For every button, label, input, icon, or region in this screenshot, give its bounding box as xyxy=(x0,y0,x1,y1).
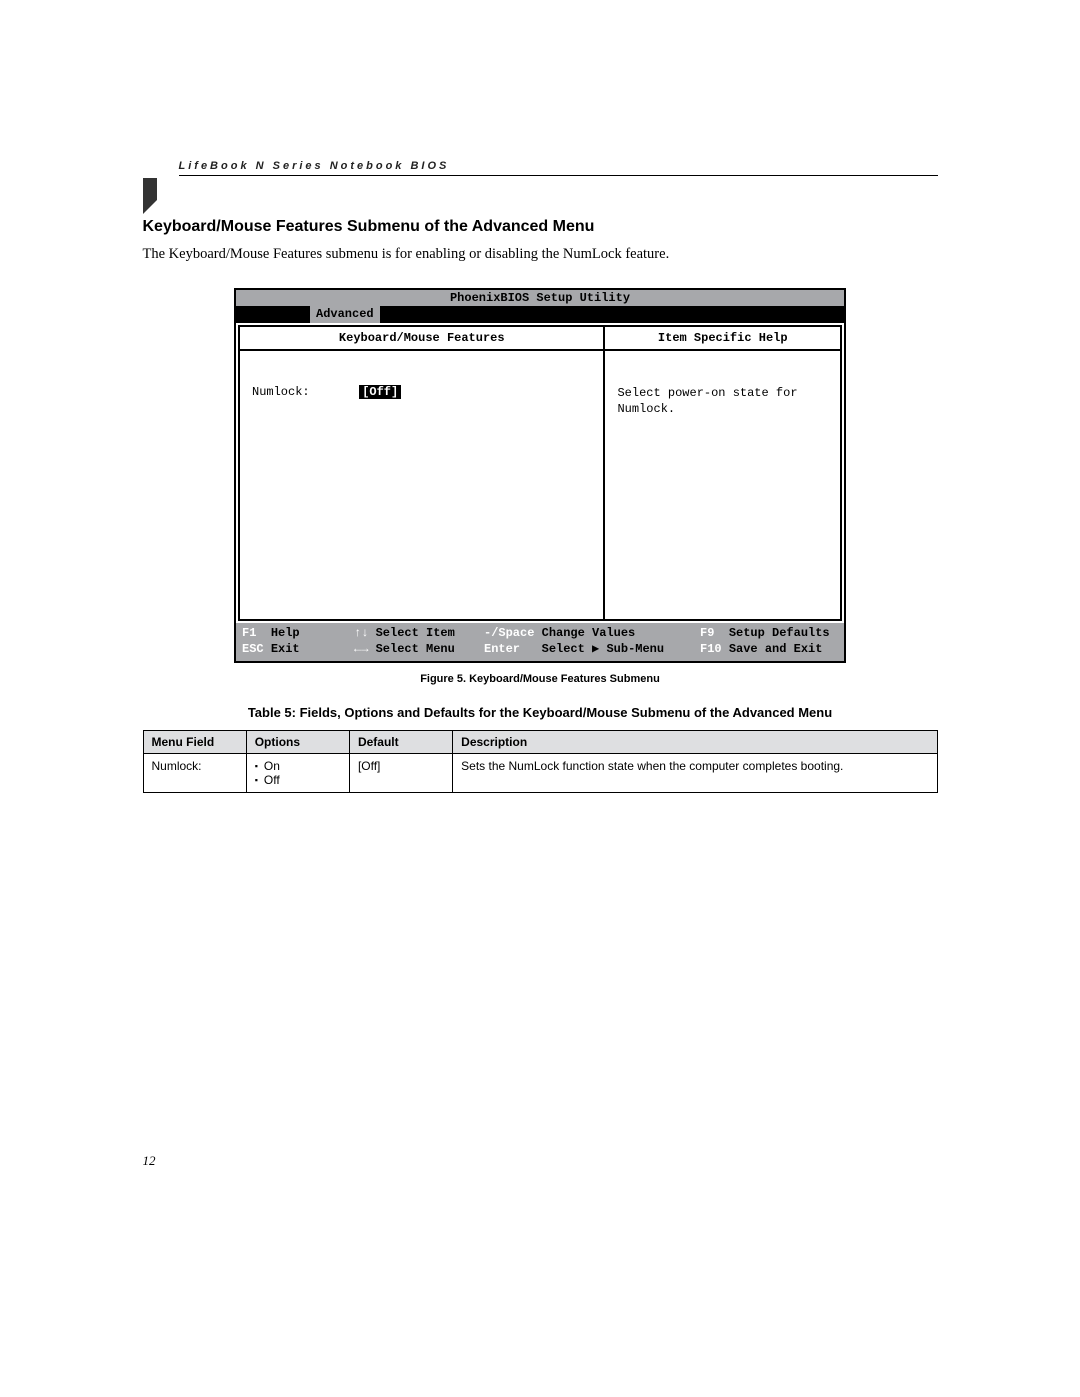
th-options: Options xyxy=(246,730,349,753)
bios-help-text: Select power-on state for Numlock. xyxy=(605,351,840,451)
cell-description: Sets the NumLock function state when the… xyxy=(453,753,937,792)
bios-field-row: Numlock: [Off] xyxy=(240,351,603,433)
section-title: Keyboard/Mouse Features Submenu of the A… xyxy=(143,218,938,236)
label-change-values: Change Values xyxy=(542,626,636,640)
bios-title-bar: PhoenixBIOS Setup Utility xyxy=(236,290,844,306)
label-setup-defaults: Setup Defaults xyxy=(729,626,830,640)
option-off: Off xyxy=(255,773,341,787)
figure-caption: Figure 5. Keyboard/Mouse Features Submen… xyxy=(143,673,938,685)
key-f9: F9 xyxy=(700,625,714,641)
section-intro: The Keyboard/Mouse Features submenu is f… xyxy=(143,244,938,264)
label-select-submenu: Select ▶ Sub-Menu xyxy=(542,642,664,656)
options-table: Menu Field Options Default Description N… xyxy=(143,730,938,793)
section-tab-marker xyxy=(143,178,157,214)
key-enter: Enter xyxy=(484,641,520,657)
page-number: 12 xyxy=(143,1153,938,1169)
key-f10: F10 xyxy=(700,641,722,657)
th-description: Description xyxy=(453,730,937,753)
key-leftright: ←→ xyxy=(354,641,368,657)
table-caption: Table 5: Fields, Options and Defaults fo… xyxy=(143,705,938,720)
bios-left-pane: Keyboard/Mouse Features Numlock: [Off] xyxy=(238,325,604,621)
th-menu-field: Menu Field xyxy=(143,730,246,753)
key-minus-space: -/Space xyxy=(484,625,534,641)
bios-footer: F1 Help ↑↓ Select Item -/Space Change Va… xyxy=(236,623,844,660)
bios-help-pane: Item Specific Help Select power-on state… xyxy=(604,325,842,621)
label-select-menu: Select Menu xyxy=(376,642,455,656)
bios-field-value: [Off] xyxy=(359,385,401,399)
cell-menu-field: Numlock: xyxy=(143,753,246,792)
document-page: LifeBook N Series Notebook BIOS Keyboard… xyxy=(143,160,938,1169)
bios-tab-advanced: Advanced xyxy=(310,306,380,323)
th-default: Default xyxy=(349,730,452,753)
label-select-item: Select Item xyxy=(376,626,455,640)
cell-options: On Off xyxy=(246,753,349,792)
label-help: Help xyxy=(271,626,300,640)
label-exit: Exit xyxy=(271,642,300,656)
bios-right-heading: Item Specific Help xyxy=(605,327,840,351)
key-esc: ESC xyxy=(242,641,264,657)
label-save-exit: Save and Exit xyxy=(729,642,823,656)
bios-screenshot: PhoenixBIOS Setup Utility Advanced Keybo… xyxy=(234,288,846,662)
bios-menu-bar: Advanced xyxy=(236,306,844,323)
cell-default: [Off] xyxy=(349,753,452,792)
running-header: LifeBook N Series Notebook BIOS xyxy=(179,160,938,176)
bios-left-heading: Keyboard/Mouse Features xyxy=(240,327,603,351)
key-updown: ↑↓ xyxy=(354,625,368,641)
option-on: On xyxy=(255,759,341,773)
bios-field-label: Numlock: xyxy=(252,385,352,399)
key-f1: F1 xyxy=(242,625,256,641)
table-row: Numlock: On Off [Off] Sets the NumLock f… xyxy=(143,753,937,792)
table-header-row: Menu Field Options Default Description xyxy=(143,730,937,753)
